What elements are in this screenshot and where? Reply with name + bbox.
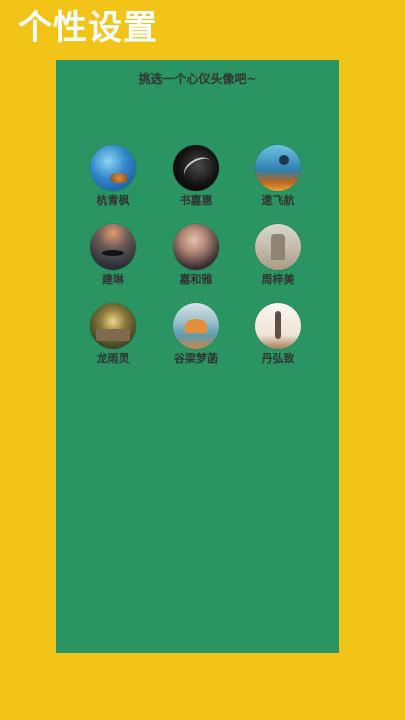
avatar-image (90, 303, 136, 349)
avatar-image (173, 145, 219, 191)
avatar-option-4[interactable]: 嘉和雅 (156, 224, 236, 287)
avatar-image (255, 224, 301, 270)
avatar-name: 杭青枫 (96, 194, 130, 207)
avatar-option-5[interactable]: 周梓美 (238, 224, 318, 287)
avatar-option-0[interactable]: 杭青枫 (73, 145, 153, 208)
avatar-name: 谷梁梦菡 (174, 352, 218, 365)
avatar-option-3[interactable]: 建琳 (73, 224, 153, 287)
avatar-option-7[interactable]: 谷梁梦菡 (156, 303, 236, 366)
avatar-option-8[interactable]: 丹弘致 (238, 303, 318, 366)
avatar-name: 周梓美 (261, 273, 295, 286)
avatar-name: 逮飞航 (261, 194, 295, 207)
avatar-picker-panel: 挑选一个心仪头像吧~ 杭青枫 书嘉惠 逮飞航 建琳 嘉和雅 周梓美 龙雨灵 谷梁… (56, 60, 339, 653)
avatar-option-1[interactable]: 书嘉惠 (156, 145, 236, 208)
avatar-name: 龙雨灵 (96, 352, 130, 365)
avatar-picker-subtitle: 挑选一个心仪头像吧~ (138, 72, 257, 86)
avatar-image (173, 303, 219, 349)
avatar-image (173, 224, 219, 270)
avatar-name: 建琳 (102, 273, 124, 286)
avatar-image (90, 145, 136, 191)
avatar-image (90, 224, 136, 270)
avatar-name: 嘉和雅 (179, 273, 213, 286)
avatar-image (255, 303, 301, 349)
page-title: 个性设置 (18, 8, 158, 48)
avatar-name: 丹弘致 (261, 352, 295, 365)
avatar-name: 书嘉惠 (179, 194, 213, 207)
avatar-option-6[interactable]: 龙雨灵 (73, 303, 153, 366)
avatar-option-2[interactable]: 逮飞航 (238, 145, 318, 208)
avatar-image (255, 145, 301, 191)
